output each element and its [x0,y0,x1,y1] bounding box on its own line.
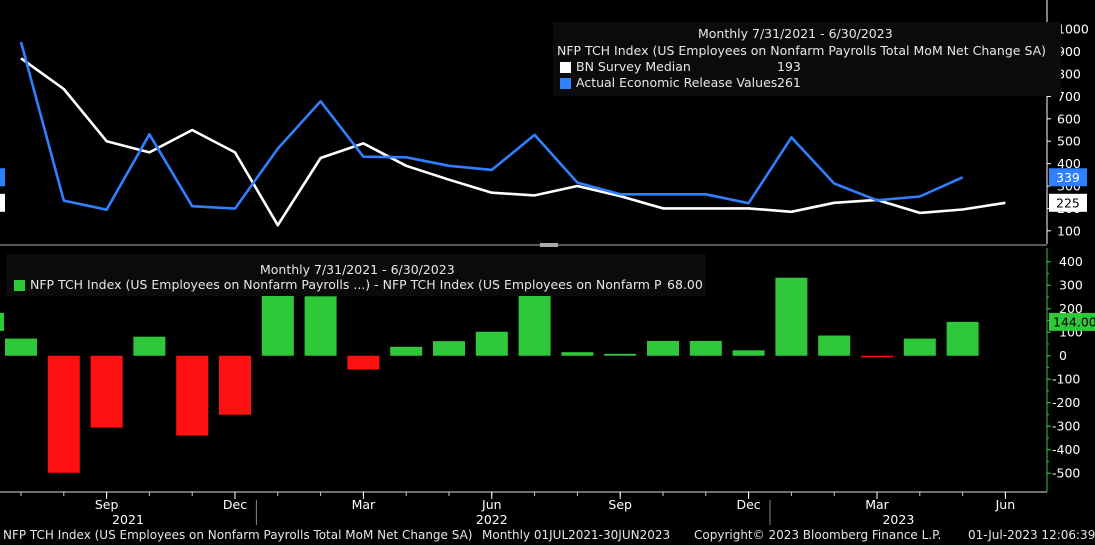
survey-swatch [560,62,571,73]
bottom-legend-value: 68.00 [667,277,703,292]
bottom-y-tick-label: 400 [1059,254,1083,269]
bar-series [5,275,979,473]
top-legend: Monthly 7/31/2021 - 6/30/2023 NFP TCH In… [553,22,1061,96]
bar-2023-03 [861,355,893,358]
panel-divider-handle[interactable] [540,243,558,247]
bar-2021-07 [5,338,37,356]
bar-2021-10 [133,336,166,356]
last-value-text: 225 [1056,195,1080,210]
bar-2021-11 [176,355,209,436]
bar-2022-03 [347,355,380,370]
top-y-tick-label: 500 [1057,134,1081,149]
survey-legend-label: BN Survey Median [576,59,691,74]
bottom-y-tick-label: -400 [1052,442,1080,457]
bar-2022-10 [647,340,679,356]
bar-2023-02 [818,335,851,356]
last-value-text: 339 [1056,170,1080,185]
bottom-y-tick-label: 300 [1059,278,1083,293]
bar-2022-12 [732,350,765,356]
x-tick-label: Mar [865,497,889,512]
x-tick-label: Dec [736,497,760,512]
bar-2022-11 [689,340,722,356]
top-legend-title: NFP TCH Index (US Employees on Nonfarm P… [557,43,1047,58]
top-y-tick-label: 600 [1057,111,1081,126]
bottom-last-value-text: 144.00 [1053,314,1095,329]
bar-2021-09 [90,355,123,428]
bar-2022-06 [475,331,508,356]
bottom-legend-label: NFP TCH Index (US Employees on Nonfarm P… [30,277,662,292]
footer-series: NFP TCH Index (US Employees on Nonfarm P… [3,528,473,542]
bar-2022-04 [390,346,423,356]
bar-2022-09 [604,353,637,356]
bottom-legend-period: Monthly 7/31/2021 - 6/30/2023 [260,262,455,277]
footer-range: Monthly 01JUL2021-30JUN2023 [482,528,671,542]
bar-2022-08 [561,352,594,356]
bottom-left-value-marker [0,312,4,331]
x-tick-label: Dec [223,497,247,512]
footer-copyright: Copyright© 2023 Bloomberg Finance L.P. [694,528,942,542]
actual-legend-label: Actual Economic Release Values [576,75,778,90]
bar-2022-02 [304,296,337,356]
bar-2023-04 [903,338,936,356]
survey-legend-value: 193 [777,59,801,74]
bottom-y-tick-label: -500 [1052,466,1080,481]
left-value-marker [0,193,5,212]
bar-2023-05 [946,321,979,356]
left-value-marker [0,168,5,187]
bottom-y-tick-label: -100 [1052,372,1080,387]
top-y-tick-label: 1000 [1057,22,1089,37]
x-year-label: 2021 [112,512,144,527]
top-y-tick-label: 100 [1057,223,1081,238]
spread-swatch [14,280,25,291]
bar-2022-05 [433,341,465,356]
x-tick-label: Sep [95,497,119,512]
x-tick-label: Sep [608,497,632,512]
footer-bar: NFP TCH Index (US Employees on Nonfarm P… [0,526,1095,545]
x-tick-label: Mar [352,497,376,512]
x-year-label: 2022 [476,512,508,527]
x-tick-label: Jun [481,497,502,512]
actual-swatch [560,78,571,89]
bar-2022-07 [518,292,551,356]
bottom-y-tick-label: -200 [1052,395,1080,410]
x-tick-label: Jun [995,497,1016,512]
bar-2023-01 [775,277,808,356]
bottom-y-tick-label: 0 [1059,348,1067,363]
bar-2021-12 [219,355,251,415]
top-legend-period: Monthly 7/31/2021 - 6/30/2023 [698,26,893,41]
bar-2021-08 [47,355,80,473]
bottom-y-tick-label: -300 [1052,419,1080,434]
bottom-legend: Monthly 7/31/2021 - 6/30/2023 NFP TCH In… [6,254,706,296]
x-year-label: 2023 [882,512,914,527]
footer-timestamp: 01-Jul-2023 12:06:39 [968,528,1095,542]
actual-legend-value: 261 [777,75,801,90]
